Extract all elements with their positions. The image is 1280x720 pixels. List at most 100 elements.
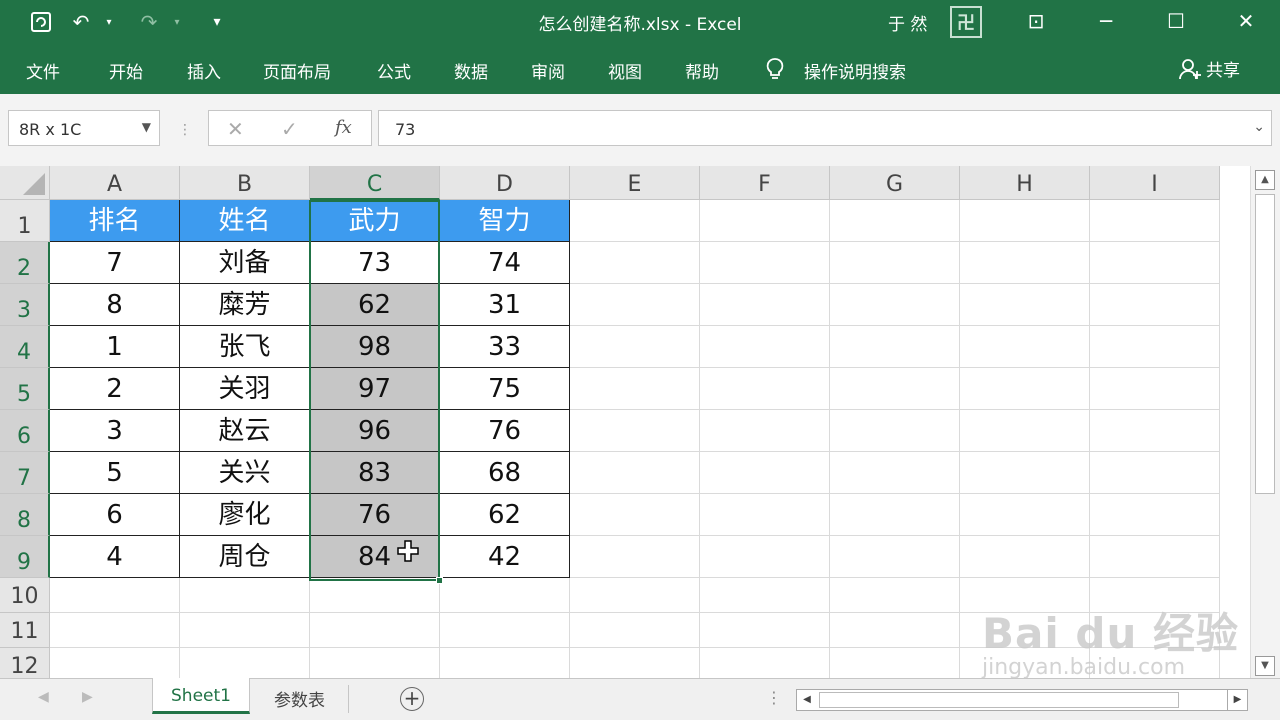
cell-b7[interactable]: 关兴 xyxy=(180,452,310,494)
tab-help[interactable]: 帮助 xyxy=(685,58,719,83)
cell-a1[interactable]: 排名 xyxy=(50,200,180,242)
cell-f1[interactable] xyxy=(700,200,830,242)
column-header-b[interactable]: B xyxy=(180,166,310,200)
tab-home[interactable]: 开始 xyxy=(109,58,143,83)
cell-g9[interactable] xyxy=(830,536,960,578)
cell-h9[interactable] xyxy=(960,536,1090,578)
cell-b3[interactable]: 糜芳 xyxy=(180,284,310,326)
cell-a8[interactable]: 6 xyxy=(50,494,180,536)
next-sheet-icon[interactable]: ▶ xyxy=(82,689,93,705)
cell-g8[interactable] xyxy=(830,494,960,536)
select-all-button[interactable] xyxy=(0,166,50,200)
enter-icon[interactable]: ✓ xyxy=(281,117,298,141)
cell-d8[interactable]: 62 xyxy=(440,494,570,536)
row-header-6[interactable]: 6 xyxy=(0,410,50,452)
tab-review[interactable]: 审阅 xyxy=(531,58,565,83)
sheet-tab-sheet1[interactable]: Sheet1 xyxy=(152,678,250,714)
cell-c6[interactable]: 96 xyxy=(310,410,440,452)
cell-i9[interactable] xyxy=(1090,536,1220,578)
redo-dropdown-icon[interactable]: ▾ xyxy=(164,9,190,35)
prev-sheet-icon[interactable]: ◀ xyxy=(38,689,49,705)
cell-e6[interactable] xyxy=(570,410,700,452)
cell-f6[interactable] xyxy=(700,410,830,452)
cell-h4[interactable] xyxy=(960,326,1090,368)
cell-h8[interactable] xyxy=(960,494,1090,536)
spreadsheet-grid[interactable]: A B C D E F G H I 1 2 3 4 5 6 7 8 9 10 11 12 排名 姓名 武力 智力 7 刘备 73 74 8… xyxy=(0,166,1250,678)
cell-e4[interactable] xyxy=(570,326,700,368)
cell-c2[interactable]: 73 xyxy=(310,242,440,284)
cell-a9[interactable]: 4 xyxy=(50,536,180,578)
column-header-g[interactable]: G xyxy=(830,166,960,200)
user-name[interactable]: 于 然 xyxy=(888,10,927,35)
cell-i6[interactable] xyxy=(1090,410,1220,452)
row-header-11[interactable]: 11 xyxy=(0,613,50,648)
autosave-icon[interactable] xyxy=(28,9,54,35)
cell-d6[interactable]: 76 xyxy=(440,410,570,452)
scroll-right-icon[interactable]: ▶ xyxy=(1227,690,1247,710)
formula-bar-splitter[interactable]: ⋮ xyxy=(178,122,192,138)
share-button[interactable]: 共享 xyxy=(1178,56,1240,81)
cell-b2[interactable]: 刘备 xyxy=(180,242,310,284)
expand-formula-bar-icon[interactable]: ⌄ xyxy=(1253,119,1265,135)
cell-a10[interactable] xyxy=(50,578,180,613)
cell-e10[interactable] xyxy=(570,578,700,613)
cell-i1[interactable] xyxy=(1090,200,1220,242)
cell-d10[interactable] xyxy=(440,578,570,613)
tab-insert[interactable]: 插入 xyxy=(187,58,221,83)
cell-d7[interactable]: 68 xyxy=(440,452,570,494)
cell-d5[interactable]: 75 xyxy=(440,368,570,410)
cell-a6[interactable]: 3 xyxy=(50,410,180,452)
scroll-up-icon[interactable]: ▲ xyxy=(1255,170,1275,190)
cell-h7[interactable] xyxy=(960,452,1090,494)
cell-c12[interactable] xyxy=(310,648,440,678)
cell-a7[interactable]: 5 xyxy=(50,452,180,494)
cell-h12[interactable] xyxy=(960,648,1090,678)
cell-i8[interactable] xyxy=(1090,494,1220,536)
maximize-button[interactable]: ☐ xyxy=(1156,6,1196,36)
cell-c3[interactable]: 62 xyxy=(310,284,440,326)
cell-f3[interactable] xyxy=(700,284,830,326)
cell-b8[interactable]: 廖化 xyxy=(180,494,310,536)
cell-d3[interactable]: 31 xyxy=(440,284,570,326)
cell-b11[interactable] xyxy=(180,613,310,648)
cell-a11[interactable] xyxy=(50,613,180,648)
cell-b9[interactable]: 周仓 xyxy=(180,536,310,578)
cell-i3[interactable] xyxy=(1090,284,1220,326)
cell-b10[interactable] xyxy=(180,578,310,613)
column-header-i[interactable]: I xyxy=(1090,166,1220,200)
cell-b5[interactable]: 关羽 xyxy=(180,368,310,410)
close-button[interactable]: ✕ xyxy=(1226,6,1266,36)
redo-icon[interactable]: ↷ xyxy=(136,9,162,35)
fill-handle[interactable] xyxy=(436,577,443,584)
cell-g12[interactable] xyxy=(830,648,960,678)
insert-function-icon[interactable]: fx xyxy=(335,117,352,138)
cell-e8[interactable] xyxy=(570,494,700,536)
chevron-down-icon[interactable]: ▼ xyxy=(142,120,151,134)
scroll-down-icon[interactable]: ▼ xyxy=(1255,656,1275,676)
cell-c11[interactable] xyxy=(310,613,440,648)
row-header-9[interactable]: 9 xyxy=(0,536,50,578)
tab-split-handle[interactable]: ⋮ xyxy=(766,688,782,707)
cell-h3[interactable] xyxy=(960,284,1090,326)
row-header-4[interactable]: 4 xyxy=(0,326,50,368)
cell-f4[interactable] xyxy=(700,326,830,368)
cell-d9[interactable]: 42 xyxy=(440,536,570,578)
sheet-tab-params[interactable]: 参数表 xyxy=(256,678,343,714)
cell-f5[interactable] xyxy=(700,368,830,410)
cell-g11[interactable] xyxy=(830,613,960,648)
cell-i12[interactable] xyxy=(1090,648,1220,678)
cell-c1[interactable]: 武力 xyxy=(310,200,440,242)
cell-c5[interactable]: 97 xyxy=(310,368,440,410)
cell-a3[interactable]: 8 xyxy=(50,284,180,326)
cell-g6[interactable] xyxy=(830,410,960,452)
cell-g1[interactable] xyxy=(830,200,960,242)
add-sheet-icon[interactable]: + xyxy=(400,687,424,711)
cell-i10[interactable] xyxy=(1090,578,1220,613)
row-header-7[interactable]: 7 xyxy=(0,452,50,494)
cell-b4[interactable]: 张飞 xyxy=(180,326,310,368)
column-header-f[interactable]: F xyxy=(700,166,830,200)
cancel-icon[interactable]: ✕ xyxy=(227,117,244,141)
column-header-e[interactable]: E xyxy=(570,166,700,200)
cell-h10[interactable] xyxy=(960,578,1090,613)
cell-h11[interactable] xyxy=(960,613,1090,648)
